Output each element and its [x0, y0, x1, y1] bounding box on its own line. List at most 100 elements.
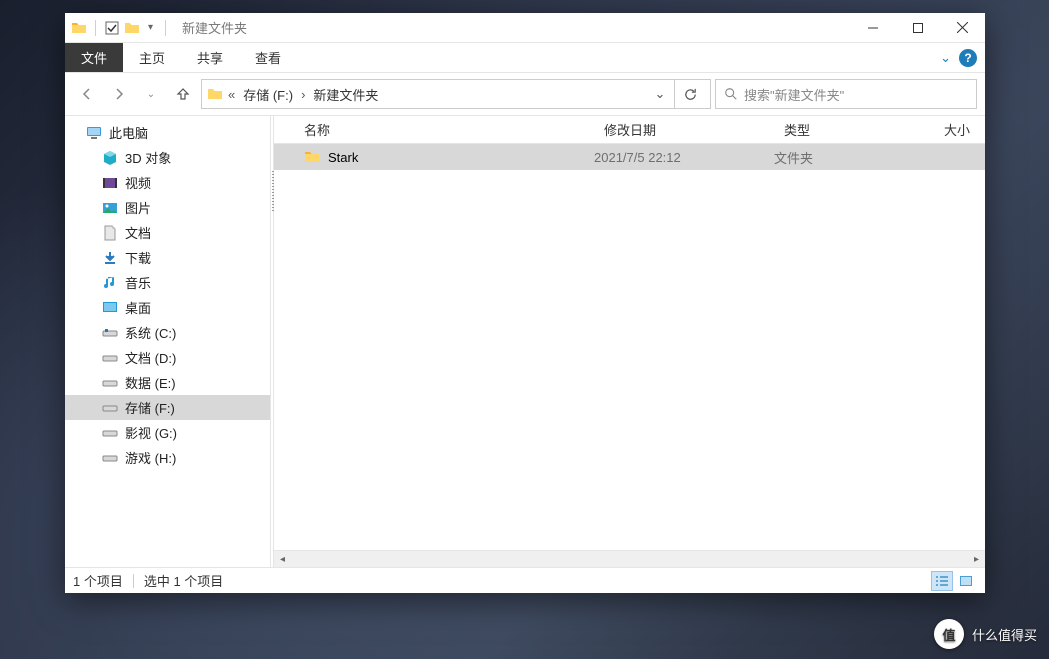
sidebar-item-3d-objects[interactable]: 3D 对象	[65, 145, 270, 170]
folder-icon	[71, 20, 87, 36]
tab-view[interactable]: 查看	[239, 43, 297, 72]
download-icon	[101, 249, 119, 267]
sidebar-item-label: 影视 (G:)	[125, 423, 177, 442]
status-selection: 选中 1 个项目	[144, 571, 223, 590]
qat-dropdown-icon[interactable]: ▾	[144, 22, 157, 33]
search-input[interactable]: 搜索"新建文件夹"	[715, 79, 977, 109]
sidebar-item-label: 音乐	[125, 273, 151, 292]
ribbon-expand-icon[interactable]: ⌄	[940, 50, 951, 66]
folder-icon	[206, 85, 224, 103]
sidebar-item-label: 游戏 (H:)	[125, 448, 176, 467]
recent-locations-button[interactable]: ⌄	[137, 80, 165, 108]
sidebar-item-desktop[interactable]: 桌面	[65, 295, 270, 320]
music-icon	[101, 274, 119, 292]
cube-icon	[101, 149, 119, 167]
search-icon	[724, 87, 738, 101]
close-button[interactable]	[940, 13, 985, 43]
sidebar-item-pictures[interactable]: 图片	[65, 195, 270, 220]
navigation-bar: ⌄ « 存储 (F:) › 新建文件夹 ⌄ 搜索"新建文件夹"	[65, 73, 985, 115]
sidebar-item-drive-c[interactable]: 系统 (C:)	[65, 320, 270, 345]
file-row[interactable]: Stark 2021/7/5 22:12 文件夹	[274, 144, 985, 170]
file-type: 文件夹	[774, 148, 894, 167]
drive-icon	[101, 449, 119, 467]
drive-icon	[101, 349, 119, 367]
drive-icon	[101, 399, 119, 417]
address-dropdown-icon[interactable]: ⌄	[650, 86, 670, 102]
watermark-icon: 值	[934, 619, 964, 649]
separator	[95, 20, 96, 36]
status-bar: 1 个项目 选中 1 个项目	[65, 567, 985, 593]
view-details-button[interactable]	[931, 571, 953, 591]
sidebar-this-pc[interactable]: 此电脑	[65, 120, 270, 145]
sidebar-item-downloads[interactable]: 下载	[65, 245, 270, 270]
sidebar-item-label: 文档	[125, 223, 151, 242]
sidebar-item-label: 此电脑	[109, 123, 148, 142]
tab-home[interactable]: 主页	[123, 43, 181, 72]
sidebar-item-label: 数据 (E:)	[125, 373, 176, 392]
watermark-text: 什么值得买	[972, 625, 1037, 644]
sidebar-item-drive-h[interactable]: 游戏 (H:)	[65, 445, 270, 470]
scroll-left-icon[interactable]: ◂	[274, 551, 291, 568]
drive-icon	[101, 424, 119, 442]
folder-icon	[304, 149, 320, 165]
search-placeholder: 搜索"新建文件夹"	[744, 85, 844, 104]
drive-icon	[101, 324, 119, 342]
separator	[133, 574, 134, 588]
tab-file[interactable]: 文件	[65, 43, 123, 72]
sidebar-item-drive-g[interactable]: 影视 (G:)	[65, 420, 270, 445]
back-button[interactable]	[73, 80, 101, 108]
sidebar-item-label: 存储 (F:)	[125, 398, 175, 417]
breadcrumb-segment[interactable]: 存储 (F:)	[239, 85, 297, 104]
forward-button[interactable]	[105, 80, 133, 108]
horizontal-scrollbar[interactable]: ◂ ▸	[274, 550, 985, 567]
breadcrumb-root[interactable]: «	[226, 87, 237, 102]
column-header-type[interactable]: 类型	[774, 120, 894, 139]
sidebar-item-music[interactable]: 音乐	[65, 270, 270, 295]
film-icon	[101, 174, 119, 192]
content-area: 此电脑 3D 对象 视频 图片 文档 下载 音乐 桌面 系统 (C:) 文档 (…	[65, 115, 985, 567]
sidebar-item-drive-e[interactable]: 数据 (E:)	[65, 370, 270, 395]
up-button[interactable]	[169, 80, 197, 108]
scroll-track[interactable]	[291, 551, 968, 568]
chevron-right-icon[interactable]: ›	[299, 87, 307, 102]
address-bar[interactable]: « 存储 (F:) › 新建文件夹 ⌄	[201, 79, 711, 109]
qat-folder-icon[interactable]	[124, 20, 140, 36]
maximize-button[interactable]	[895, 13, 940, 43]
help-icon[interactable]: ?	[959, 49, 977, 67]
desktop-icon	[101, 299, 119, 317]
scroll-right-icon[interactable]: ▸	[968, 551, 985, 568]
sidebar-item-label: 视频	[125, 173, 151, 192]
sidebar-item-label: 图片	[125, 198, 151, 217]
breadcrumb-segment[interactable]: 新建文件夹	[309, 85, 382, 104]
pc-icon	[85, 124, 103, 142]
tab-share[interactable]: 共享	[181, 43, 239, 72]
file-pane: 名称 修改日期 类型 大小 Stark 2021/7/5 22:12 文件夹 ◂	[274, 116, 985, 567]
file-date: 2021/7/5 22:12	[594, 150, 774, 165]
pane-splitter[interactable]	[270, 116, 274, 567]
sidebar-item-label: 系统 (C:)	[125, 323, 176, 342]
sidebar-item-label: 3D 对象	[125, 148, 171, 167]
sidebar-item-drive-f[interactable]: 存储 (F:)	[65, 395, 270, 420]
navigation-pane: 此电脑 3D 对象 视频 图片 文档 下载 音乐 桌面 系统 (C:) 文档 (…	[65, 116, 270, 567]
refresh-button[interactable]	[674, 80, 706, 108]
sidebar-item-drive-d[interactable]: 文档 (D:)	[65, 345, 270, 370]
document-icon	[101, 224, 119, 242]
file-name: Stark	[328, 150, 358, 165]
sidebar-item-label: 下载	[125, 248, 151, 267]
column-header-size[interactable]: 大小	[894, 120, 985, 139]
column-headers: 名称 修改日期 类型 大小	[274, 116, 985, 144]
sidebar-item-videos[interactable]: 视频	[65, 170, 270, 195]
window-title: 新建文件夹	[182, 18, 247, 37]
column-header-name[interactable]: 名称	[274, 120, 594, 139]
minimize-button[interactable]	[850, 13, 895, 43]
ribbon-tabs: 文件 主页 共享 查看 ⌄ ?	[65, 43, 985, 73]
column-header-date[interactable]: 修改日期	[594, 120, 774, 139]
sidebar-item-documents[interactable]: 文档	[65, 220, 270, 245]
quick-access-toolbar: ▾	[65, 20, 176, 36]
view-thumbnails-button[interactable]	[955, 571, 977, 591]
sidebar-item-label: 桌面	[125, 298, 151, 317]
file-list[interactable]: Stark 2021/7/5 22:12 文件夹	[274, 144, 985, 550]
qat-checkbox-icon[interactable]	[104, 20, 120, 36]
explorer-window: ▾ 新建文件夹 文件 主页 共享 查看 ⌄ ? ⌄ « 存储 (F:)	[65, 13, 985, 593]
status-item-count: 1 个项目	[73, 571, 123, 590]
